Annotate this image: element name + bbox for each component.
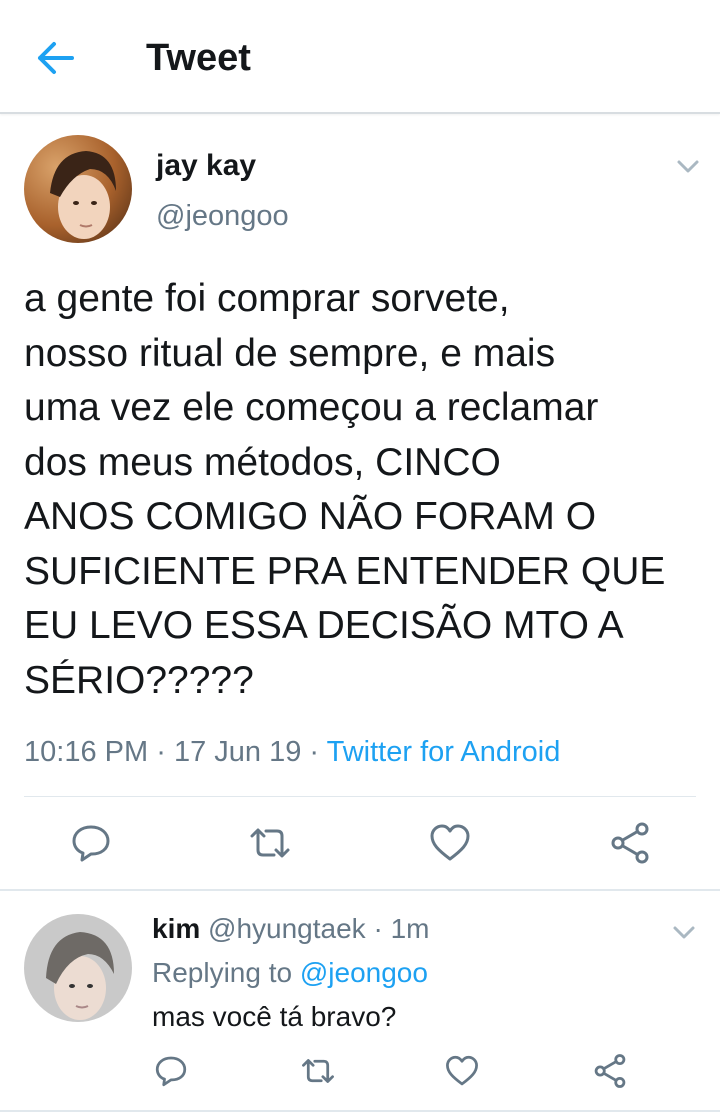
reply-like-button[interactable] xyxy=(444,1054,480,1088)
page-title: Tweet xyxy=(146,37,251,79)
back-button[interactable] xyxy=(32,36,78,80)
top-app-bar: Tweet xyxy=(0,0,720,114)
tweet-source-link[interactable]: Twitter for Android xyxy=(327,736,561,768)
like-icon xyxy=(446,1055,478,1086)
chevron-down-icon xyxy=(677,160,699,173)
reply-time: 1m xyxy=(390,913,430,944)
author-avatar[interactable] xyxy=(24,135,132,243)
chevron-down-icon xyxy=(673,926,695,939)
author-handle[interactable]: @jeongoo xyxy=(156,198,289,234)
reply-options-button[interactable] xyxy=(670,918,698,946)
divider xyxy=(24,796,696,797)
reply-author-handle[interactable]: @hyungtaek xyxy=(208,913,366,944)
share-icon xyxy=(611,822,649,864)
reply-button[interactable] xyxy=(70,822,112,864)
replying-to-label: Replying to xyxy=(152,957,293,988)
like-button[interactable] xyxy=(428,822,472,864)
tweet-options-button[interactable] xyxy=(674,152,702,180)
tweet-text: a gente foi comprar sorvete, nosso ritua… xyxy=(24,277,666,702)
retweet-icon xyxy=(302,1059,334,1083)
section-divider xyxy=(0,889,720,891)
retweet-icon xyxy=(250,828,290,858)
retweet-button[interactable] xyxy=(246,822,294,864)
divider xyxy=(0,1110,720,1112)
like-icon xyxy=(430,824,470,861)
replying-to: Replying to @jeongoo xyxy=(152,954,428,992)
reply-author-avatar[interactable] xyxy=(24,914,132,1022)
author-name[interactable]: jay kay xyxy=(156,148,256,184)
reply-share-button[interactable] xyxy=(592,1052,628,1090)
back-arrow-icon xyxy=(38,42,74,74)
tweet-time: 10:16 PM xyxy=(24,736,149,768)
meta-separator: · xyxy=(156,736,166,768)
reply-author-name[interactable]: kim xyxy=(152,913,200,944)
meta-separator: · xyxy=(373,913,383,944)
share-button[interactable] xyxy=(608,820,652,866)
meta-separator: · xyxy=(309,736,320,768)
share-icon xyxy=(594,1054,626,1088)
reply-reply-button[interactable] xyxy=(154,1054,188,1088)
reply-retweet-button[interactable] xyxy=(298,1054,338,1088)
tweet-date: 17 Jun 19 xyxy=(173,736,302,768)
reply-text: mas você tá bravo? xyxy=(152,1001,397,1032)
replying-to-handle-link[interactable]: @jeongoo xyxy=(300,957,428,988)
reply-header: kim @hyungtaek · 1m xyxy=(152,910,429,948)
tweet-meta: 10:16 PM · 17 Jun 19 · Twitter for Andro… xyxy=(24,732,560,772)
reply-icon xyxy=(72,825,110,862)
reply-icon xyxy=(155,1056,187,1087)
